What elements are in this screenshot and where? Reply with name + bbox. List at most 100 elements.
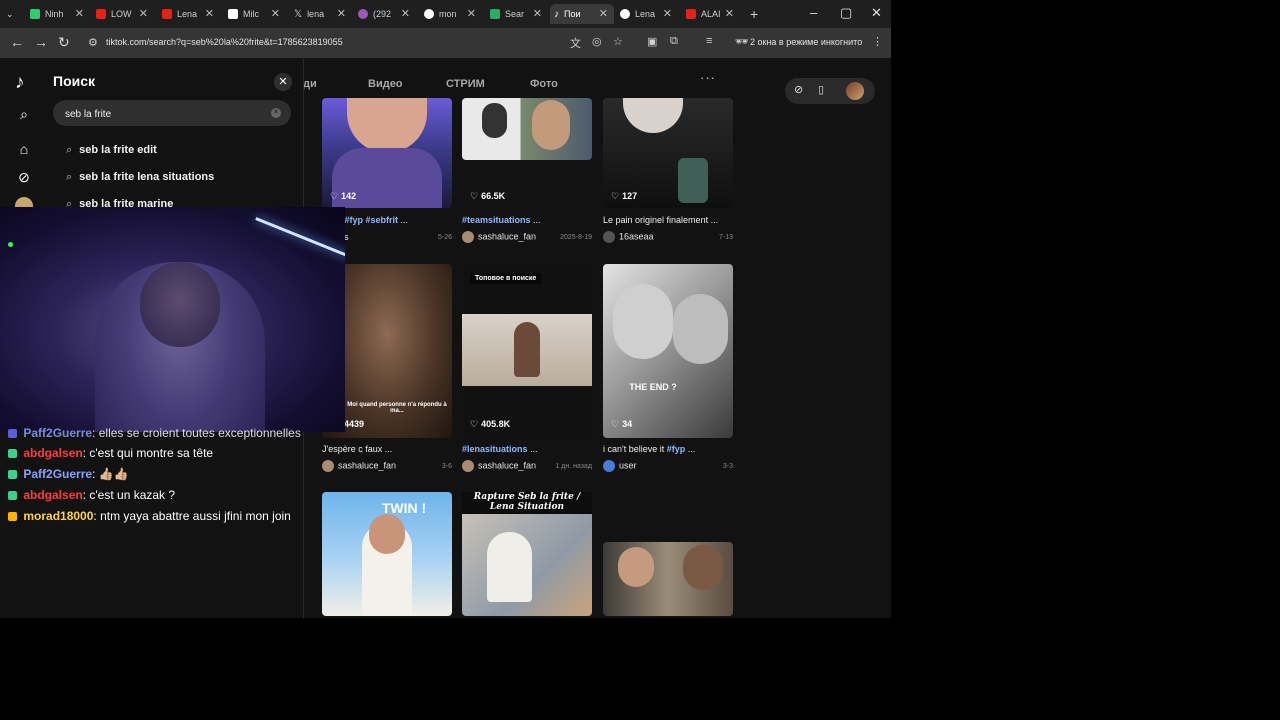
back-icon[interactable]: ←: [10, 34, 24, 50]
device-icon[interactable]: ▯: [818, 83, 824, 96]
suggestion-item[interactable]: ⌕ seb la frite lena situations: [66, 171, 214, 184]
more-options-icon[interactable]: ···: [700, 70, 716, 85]
video-thumbnail[interactable]: [462, 98, 592, 160]
menu-kebab-icon[interactable]: ⋮: [872, 35, 883, 48]
video-author[interactable]: sashaluce_fan: [462, 231, 536, 243]
tab-people[interactable]: ди: [303, 78, 317, 90]
incognito-icon[interactable]: 🕶: [735, 35, 749, 48]
browser-tab[interactable]: Lena ✕: [162, 4, 220, 24]
tab-favicon: [228, 9, 238, 19]
chat-message: abdgalsen: c'est un kazak ?: [8, 488, 175, 502]
chat-text: ntm yaya abattre aussi jfini mon join: [100, 509, 291, 523]
webcam-overlay: [0, 207, 345, 432]
heart-icon: ♡: [470, 419, 479, 429]
tiktok-logo-icon[interactable]: ♪: [15, 72, 25, 94]
close-tab-icon[interactable]: ✕: [139, 7, 148, 20]
close-tab-icon[interactable]: ✕: [205, 7, 214, 20]
browser-tab[interactable]: ALAI ✕: [686, 4, 740, 24]
browser-tab[interactable]: Ninh ✕: [30, 4, 90, 24]
video-author[interactable]: 16aseaa: [603, 231, 654, 243]
browser-tab[interactable]: Sear ✕: [490, 4, 548, 24]
profile-avatar[interactable]: [846, 82, 864, 100]
like-count: ♡ 127: [611, 191, 638, 201]
video-thumbnail[interactable]: [603, 542, 733, 616]
chat-text: 👍🏼👍🏼: [98, 467, 129, 481]
tab-live[interactable]: СТРИМ: [446, 78, 485, 90]
video-title[interactable]: #teamsituations ...: [462, 215, 602, 225]
google-icon: [424, 9, 434, 19]
badge-icon: [8, 470, 17, 480]
search-icon[interactable]: ⌕: [14, 104, 34, 124]
video-thumbnail[interactable]: Топовое в поиске: [462, 264, 592, 438]
browser-tab[interactable]: 𝕏 lena ✕: [294, 4, 352, 24]
browser-tab[interactable]: Lena ✕: [620, 4, 678, 24]
url-text[interactable]: tiktok.com/search?q=seb%20la%20frite&t=1…: [106, 37, 343, 47]
browser-tab[interactable]: (292 ✕: [358, 4, 416, 24]
video-title[interactable]: J'espère c faux ...: [322, 444, 462, 454]
video-author[interactable]: sashaluce_fan: [462, 460, 536, 472]
video-date: 3-3: [722, 463, 733, 470]
extension-icon[interactable]: ▣: [647, 35, 657, 48]
minimize-icon[interactable]: –: [810, 5, 817, 20]
browser-tab[interactable]: Milc ✕: [228, 4, 286, 24]
video-thumbnail[interactable]: THE END ?: [603, 264, 733, 438]
address-bar[interactable]: ⚙ tiktok.com/search?q=seb%20la%20frite&t…: [80, 32, 890, 54]
close-window-icon[interactable]: ✕: [871, 5, 882, 21]
explore-icon[interactable]: ⊘: [14, 167, 34, 187]
video-thumbnail[interactable]: Rapture Seb la frite / Lena Situation: [462, 492, 592, 616]
media-icon[interactable]: ≡: [706, 35, 712, 47]
like-count: 4439: [344, 419, 365, 429]
browser-tab[interactable]: mon ✕: [424, 4, 482, 24]
google-icon: [620, 9, 630, 19]
forward-icon[interactable]: →: [34, 34, 48, 50]
heart-icon: ♡: [470, 191, 479, 201]
like-count: ♡ 34: [611, 419, 633, 429]
puzzle-icon[interactable]: ⧉: [670, 35, 678, 48]
chat-message: Paff2Guerre: 👍🏼👍🏼: [8, 467, 129, 481]
close-tab-icon[interactable]: ✕: [533, 7, 542, 20]
incognito-label[interactable]: 2 окна в режиме инкогнито: [750, 37, 862, 47]
tab-videos[interactable]: Видео: [368, 78, 403, 90]
reload-icon[interactable]: ↻: [58, 34, 70, 51]
eye-off-icon[interactable]: ◎: [592, 35, 602, 48]
video-thumbnail[interactable]: TWIN !: [322, 492, 452, 616]
suggestion-item[interactable]: ⌕ seb la frite edit: [66, 144, 157, 157]
video-author[interactable]: sashaluce_fan: [322, 460, 396, 472]
video-title[interactable]: i can't believe it #fyp ...: [603, 444, 743, 454]
clear-icon[interactable]: ✕: [271, 108, 281, 118]
close-tab-icon[interactable]: ✕: [599, 7, 608, 20]
video-title[interactable]: Le pain originel finalement ...: [603, 215, 743, 225]
close-tab-icon[interactable]: ✕: [337, 7, 346, 20]
video-caption-overlay: TWIN !: [381, 500, 427, 516]
search-input[interactable]: [63, 104, 267, 124]
maximize-icon[interactable]: ▢: [840, 5, 852, 21]
close-tab-icon[interactable]: ✕: [75, 7, 84, 20]
close-tab-icon[interactable]: ✕: [663, 7, 672, 20]
home-icon[interactable]: ⌂: [14, 139, 34, 159]
close-tab-icon[interactable]: ✕: [725, 7, 734, 20]
close-tab-icon[interactable]: ✕: [401, 7, 410, 20]
close-tab-icon[interactable]: ✕: [467, 7, 476, 20]
close-icon[interactable]: ✕: [274, 73, 292, 91]
search-icon: ⌕: [66, 171, 73, 183]
site-info-icon[interactable]: ⚙: [88, 36, 98, 49]
browser-tab-active[interactable]: ♪ Пои ✕: [550, 4, 614, 24]
tab-label: Lena: [635, 9, 656, 19]
new-tab-button[interactable]: +: [750, 4, 764, 24]
close-tab-icon[interactable]: ✕: [271, 7, 280, 20]
avatar: [462, 460, 474, 472]
tiktok-icon: ♪: [554, 8, 559, 20]
video-title[interactable]: #lenasituations ...: [462, 444, 602, 454]
translate-icon[interactable]: 文: [570, 35, 581, 51]
browser-tab[interactable]: LOW ✕: [96, 4, 154, 24]
chat-text: c'est qui montre sa tête: [89, 446, 214, 460]
tab-photos[interactable]: Фото: [530, 78, 558, 90]
star-icon[interactable]: ☆: [613, 35, 623, 48]
chart-icon: [490, 9, 500, 19]
search-box[interactable]: ✕: [53, 100, 291, 126]
compass-icon[interactable]: ⊘: [794, 83, 803, 96]
chat-message: abdgalsen: c'est qui montre sa tête: [8, 446, 213, 460]
chat-username: Paff2Guerre: [23, 467, 93, 481]
video-author[interactable]: user: [603, 460, 637, 472]
tab-menu[interactable]: ⌄: [6, 4, 22, 24]
